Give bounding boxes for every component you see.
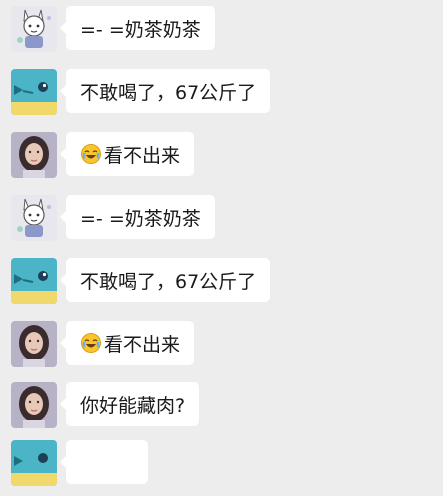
message-text: 看不出来 <box>104 333 181 356</box>
girl-avatar[interactable] <box>11 132 57 178</box>
message-row: 看不出来 <box>0 315 443 377</box>
message-bubble[interactable] <box>60 440 148 484</box>
girl-photo-avatar-icon <box>11 321 57 367</box>
fish-avatar[interactable] <box>11 69 57 115</box>
fish-avatar[interactable] <box>11 440 57 486</box>
laughing-crying-emoji-icon <box>80 332 102 354</box>
girl-photo-avatar-icon <box>11 382 57 428</box>
girl-avatar[interactable] <box>11 321 57 367</box>
message-row: =- =奶茶奶茶 <box>0 189 443 251</box>
message-bubble[interactable]: 不敢喝了，67公斤了 <box>59 69 271 113</box>
laughing-crying-emoji-icon <box>80 143 102 165</box>
cartoon-boy-avatar-icon <box>11 195 57 241</box>
message-row <box>0 434 443 496</box>
message-text: 看不出来 <box>104 144 181 167</box>
message-text: 你好能藏肉? <box>80 394 186 417</box>
message-text: =- =奶茶奶茶 <box>80 18 201 41</box>
message-row: 你好能藏肉? <box>0 376 443 438</box>
message-text: =- =奶茶奶茶 <box>80 207 201 230</box>
message-text: 不敢喝了，67公斤了 <box>80 81 257 104</box>
message-bubble[interactable]: =- =奶茶奶茶 <box>60 195 215 239</box>
message-row: 不敢喝了，67公斤了 <box>0 63 443 125</box>
cartoon-boy-avatar[interactable] <box>11 195 57 241</box>
message-bubble[interactable]: =- =奶茶奶茶 <box>60 6 215 50</box>
fish-avatar-icon <box>11 258 57 304</box>
fish-avatar[interactable] <box>11 258 57 304</box>
cartoon-boy-avatar-icon <box>11 6 57 52</box>
message-text: 不敢喝了，67公斤了 <box>80 270 257 293</box>
girl-photo-avatar-icon <box>11 132 57 178</box>
message-row: =- =奶茶奶茶 <box>0 0 443 62</box>
message-bubble[interactable]: 不敢喝了，67公斤了 <box>59 258 271 302</box>
message-bubble[interactable]: 看不出来 <box>59 132 195 176</box>
message-row: 看不出来 <box>0 126 443 188</box>
chat-message-list: =- =奶茶奶茶 不敢喝了，67公斤了 看不出来 =- =奶茶奶茶 不敢喝了，6… <box>0 0 443 486</box>
fish-avatar-icon <box>11 440 57 486</box>
message-bubble[interactable]: 你好能藏肉? <box>59 382 200 426</box>
message-bubble[interactable]: 看不出来 <box>59 321 195 365</box>
message-row: 不敢喝了，67公斤了 <box>0 252 443 314</box>
girl-avatar[interactable] <box>11 382 57 428</box>
cartoon-boy-avatar[interactable] <box>11 6 57 52</box>
fish-avatar-icon <box>11 69 57 115</box>
